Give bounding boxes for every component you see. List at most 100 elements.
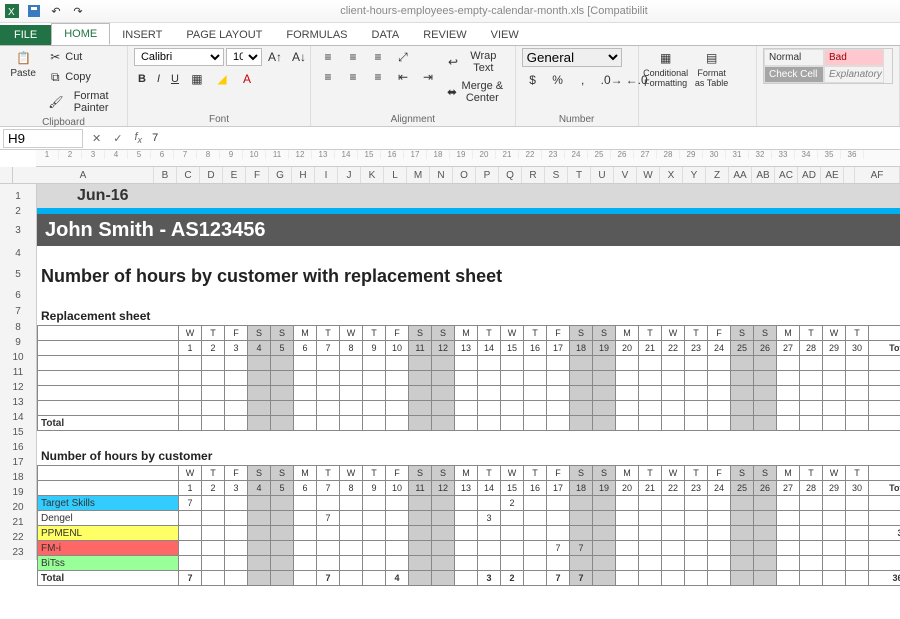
col-header[interactable]: V <box>614 167 637 183</box>
worksheet[interactable]: 1234567891011121314151617181920212223 Ju… <box>0 184 900 586</box>
enter-icon[interactable]: ✓ <box>107 132 128 145</box>
row-header[interactable]: 3 <box>0 214 37 246</box>
fx-icon[interactable]: fx <box>128 131 148 145</box>
col-header[interactable]: C <box>177 167 200 183</box>
name-box[interactable] <box>3 129 83 148</box>
col-header[interactable]: E <box>223 167 246 183</box>
row-header[interactable]: 17 <box>0 455 37 470</box>
orientation-button[interactable]: ⤢ <box>392 48 414 66</box>
cancel-icon[interactable]: ✕ <box>86 132 107 145</box>
col-header[interactable]: AE <box>821 167 844 183</box>
font-size-select[interactable]: 10 <box>226 48 262 66</box>
conditional-formatting-button[interactable]: ▦Conditional Formatting <box>645 48 687 91</box>
copy-button[interactable]: ⧉Copy <box>44 68 121 86</box>
col-header[interactable]: R <box>522 167 545 183</box>
undo-icon[interactable]: ↶ <box>48 3 64 19</box>
wrap-text-button[interactable]: ↩Wrap Text <box>443 48 509 76</box>
col-header[interactable]: D <box>200 167 223 183</box>
col-header[interactable]: AC <box>775 167 798 183</box>
increase-font-button[interactable]: A↑ <box>264 48 286 66</box>
format-painter-button[interactable]: 🖌Format Painter <box>44 88 121 116</box>
tab-view[interactable]: VIEW <box>479 25 531 45</box>
tab-page-layout[interactable]: PAGE LAYOUT <box>174 25 274 45</box>
merge-center-button[interactable]: ⬌Merge & Center <box>443 78 509 106</box>
row-header[interactable]: 14 <box>0 410 37 425</box>
col-header[interactable]: AD <box>798 167 821 183</box>
col-header[interactable]: F <box>246 167 269 183</box>
row-header[interactable]: 7 <box>0 302 37 320</box>
align-right-button[interactable]: ≡ <box>367 68 389 86</box>
col-header[interactable]: N <box>430 167 453 183</box>
row-header[interactable]: 1 <box>0 184 37 208</box>
comma-button[interactable]: , <box>572 71 594 89</box>
row-header[interactable]: 8 <box>0 320 37 335</box>
row-header[interactable]: 18 <box>0 470 37 485</box>
number-format-select[interactable]: General <box>522 48 622 67</box>
align-center-button[interactable]: ≡ <box>342 68 364 86</box>
col-header[interactable]: Q <box>499 167 522 183</box>
increase-indent-button[interactable]: ⇥ <box>417 68 439 86</box>
row-header[interactable]: 4 <box>0 246 37 260</box>
row-header[interactable]: 11 <box>0 365 37 380</box>
row-header[interactable]: 12 <box>0 380 37 395</box>
align-top-button[interactable]: ≡ <box>317 48 339 66</box>
col-header[interactable] <box>844 167 855 183</box>
col-header[interactable]: M <box>407 167 430 183</box>
col-header[interactable]: Y <box>683 167 706 183</box>
percent-button[interactable]: % <box>547 71 569 89</box>
col-header[interactable]: I <box>315 167 338 183</box>
col-header[interactable]: W <box>637 167 660 183</box>
row-header[interactable]: 9 <box>0 335 37 350</box>
style-check-cell[interactable]: Check Cell <box>764 66 824 83</box>
border-button[interactable]: ▦ <box>186 70 208 88</box>
font-name-select[interactable]: Calibri <box>134 48 224 66</box>
row-header[interactable]: 15 <box>0 425 37 440</box>
col-header[interactable]: O <box>453 167 476 183</box>
format-as-table-button[interactable]: ▤Format as Table <box>691 48 733 91</box>
col-header[interactable]: AA <box>729 167 752 183</box>
style-explanatory[interactable]: Explanatory <box>824 66 884 83</box>
col-header[interactable]: K <box>361 167 384 183</box>
row-header[interactable]: 22 <box>0 530 37 545</box>
col-header[interactable]: B <box>154 167 177 183</box>
fill-color-button[interactable]: ◢ <box>211 70 233 88</box>
tab-home[interactable]: HOME <box>51 23 110 45</box>
row-header[interactable]: 16 <box>0 440 37 455</box>
col-header[interactable]: AB <box>752 167 775 183</box>
row-header[interactable]: 6 <box>0 288 37 302</box>
cell-styles-gallery[interactable]: Normal Bad Check Cell Explanatory <box>763 48 893 84</box>
tab-data[interactable]: DATA <box>360 25 412 45</box>
tab-formulas[interactable]: FORMULAS <box>274 25 359 45</box>
align-middle-button[interactable]: ≡ <box>342 48 364 66</box>
col-header[interactable]: AF <box>855 167 900 183</box>
row-header[interactable]: 20 <box>0 500 37 515</box>
col-header[interactable]: U <box>591 167 614 183</box>
col-header[interactable]: J <box>338 167 361 183</box>
row-header[interactable]: 21 <box>0 515 37 530</box>
decrease-indent-button[interactable]: ⇤ <box>392 68 414 86</box>
tab-file[interactable]: FILE <box>0 25 51 45</box>
col-header[interactable]: G <box>269 167 292 183</box>
align-bottom-button[interactable]: ≡ <box>367 48 389 66</box>
style-bad[interactable]: Bad <box>824 49 884 66</box>
col-header[interactable]: A <box>13 167 154 183</box>
select-all-corner[interactable] <box>0 167 13 183</box>
row-header[interactable]: 13 <box>0 395 37 410</box>
col-header[interactable]: Z <box>706 167 729 183</box>
bold-button[interactable]: B <box>134 71 150 87</box>
cut-button[interactable]: ✂Cut <box>44 48 121 66</box>
tab-insert[interactable]: INSERT <box>110 25 174 45</box>
col-header[interactable]: H <box>292 167 315 183</box>
align-left-button[interactable]: ≡ <box>317 68 339 86</box>
redo-icon[interactable]: ↷ <box>70 3 86 19</box>
row-header[interactable]: 10 <box>0 350 37 365</box>
italic-button[interactable]: I <box>153 71 164 87</box>
paste-button[interactable]: 📋Paste <box>6 48 40 82</box>
col-header[interactable]: T <box>568 167 591 183</box>
formula-input[interactable]: 7 <box>148 131 900 145</box>
decrease-font-button[interactable]: A↓ <box>288 48 310 66</box>
col-header[interactable]: X <box>660 167 683 183</box>
row-header[interactable]: 19 <box>0 485 37 500</box>
row-header[interactable]: 23 <box>0 545 37 560</box>
col-header[interactable]: P <box>476 167 499 183</box>
